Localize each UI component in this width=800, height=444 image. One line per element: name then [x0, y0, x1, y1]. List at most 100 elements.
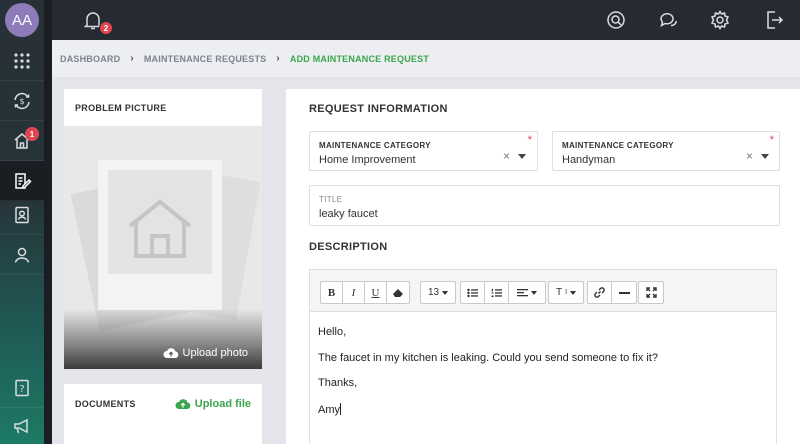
insert-group [587, 281, 637, 304]
sidebar-item-announcements[interactable] [0, 406, 44, 444]
required-mark: * [527, 134, 532, 146]
clear-icon[interactable]: × [746, 149, 753, 163]
font-size-group: 13 [420, 281, 456, 304]
description-line: The faucet in my kitchen is leaking. Cou… [318, 351, 658, 364]
breadcrumb-current: ADD MAINTENANCE REQUEST [289, 53, 429, 64]
bold-button[interactable]: B [321, 282, 343, 303]
svg-text:?: ? [19, 384, 24, 395]
list-group [460, 281, 546, 304]
title-value: leaky faucet [319, 208, 378, 220]
editor-content[interactable]: Hello, The faucet in my kitchen is leaki… [310, 312, 776, 442]
request-form: REQUEST INFORMATION MAINTENANCE CATEGORY… [286, 89, 800, 444]
text-format-dropdown[interactable]: TI [549, 282, 583, 303]
caret-down-icon [531, 290, 537, 295]
problem-picture-title: PROBLEM PICTURE [75, 103, 167, 113]
text-cursor-icon: I [565, 289, 568, 296]
documents-title: DOCUMENTS [75, 399, 136, 409]
fullscreen-button[interactable] [639, 282, 663, 303]
description-editor[interactable]: B I U 13 T I Hello, The faucet in my kit… [309, 269, 777, 444]
home-badge: 1 [25, 127, 39, 141]
text-cursor [340, 402, 341, 415]
avatar-initials: AA [11, 11, 32, 29]
sidebar-item-properties[interactable]: 1 [0, 121, 44, 161]
text-format-label: T [555, 287, 563, 298]
insert-link-button[interactable] [588, 282, 612, 303]
eraser-icon [393, 288, 403, 297]
link-icon [594, 287, 605, 298]
cloud-upload-icon [175, 399, 190, 409]
underline-button[interactable]: U [365, 282, 387, 303]
megaphone-icon [14, 418, 28, 433]
view-group [638, 281, 664, 304]
format-group: TI [548, 281, 584, 304]
maintenance-category-select-2[interactable]: MAINTENANCE CATEGORY * Handyman × [552, 131, 780, 171]
sidebar-item-profile[interactable] [0, 235, 44, 275]
required-mark: * [769, 134, 774, 146]
problem-picture-panel: PROBLEM PICTURE Upload photo [64, 89, 262, 369]
bullet-list-icon [467, 288, 478, 297]
documents-panel: DOCUMENTS Upload file [64, 384, 262, 444]
sidebar-item-contacts[interactable] [0, 195, 44, 235]
align-dropdown[interactable] [509, 282, 545, 303]
cloud-upload-icon [163, 348, 178, 358]
sidebar-item-help[interactable]: ? [0, 368, 44, 408]
messages-button[interactable] [654, 6, 682, 34]
category-1-value: Home Improvement [319, 154, 416, 166]
chat-icon [660, 13, 677, 28]
upload-file-button[interactable]: Upload file [175, 398, 251, 410]
clear-format-button[interactable] [387, 282, 409, 303]
text-style-group: B I U [320, 281, 410, 304]
chevron-down-icon[interactable] [761, 154, 769, 159]
font-size-value: 13 [427, 287, 440, 298]
settings-button[interactable] [706, 6, 734, 34]
font-size-dropdown[interactable]: 13 [421, 282, 455, 303]
maintenance-category-select-1[interactable]: MAINTENANCE CATEGORY * Home Improvement … [309, 131, 538, 171]
ordered-list-button[interactable] [485, 282, 509, 303]
top-bar: 2 [52, 0, 800, 40]
horizontal-rule-button[interactable] [612, 282, 636, 303]
photo-placeholder[interactable]: Upload photo [64, 126, 262, 369]
request-information-title: REQUEST INFORMATION [309, 103, 448, 115]
title-field[interactable]: TITLE leaky faucet [309, 185, 780, 226]
upload-photo-button[interactable]: Upload photo [163, 347, 248, 359]
category-2-value: Handyman [562, 154, 616, 166]
sidebar-item-apps[interactable] [0, 41, 44, 81]
contact-card-icon [15, 206, 29, 223]
italic-button[interactable]: I [343, 282, 365, 303]
align-left-icon [517, 288, 528, 296]
description-line: Amy [318, 403, 340, 416]
sidebar: AA $ 1 ? [0, 0, 52, 444]
description-title: DESCRIPTION [309, 241, 388, 253]
help-icon: ? [15, 379, 29, 396]
numbered-list-icon [491, 288, 502, 297]
search-icon [607, 11, 625, 29]
chevron-down-icon[interactable] [518, 154, 526, 159]
category-1-label: MAINTENANCE CATEGORY [319, 141, 431, 150]
breadcrumb-maintenance-requests[interactable]: MAINTENANCE REQUESTS [144, 54, 267, 64]
editor-toolbar: B I U 13 T I [310, 270, 776, 312]
expand-icon [645, 287, 657, 298]
sidebar-item-payments[interactable]: $ [0, 81, 44, 121]
logout-button[interactable] [760, 6, 788, 34]
category-2-label: MAINTENANCE CATEGORY [562, 141, 674, 150]
gear-icon [710, 10, 730, 30]
clear-icon[interactable]: × [503, 149, 510, 163]
user-icon [14, 247, 30, 263]
breadcrumb: DASHBOARD › MAINTENANCE REQUESTS › ADD M… [52, 40, 800, 77]
svg-text:$: $ [19, 97, 24, 106]
unordered-list-button[interactable] [461, 282, 485, 303]
breadcrumb-dashboard[interactable]: DASHBOARD [60, 54, 120, 64]
search-button[interactable] [602, 6, 630, 34]
horizontal-line-icon [618, 291, 630, 294]
apps-grid-icon [14, 52, 30, 69]
refresh-dollar-icon: $ [14, 92, 30, 109]
chevron-right-icon: › [130, 53, 134, 64]
photo-overlay [64, 309, 262, 369]
edit-document-icon [15, 172, 32, 189]
upload-file-label: Upload file [194, 398, 251, 410]
description-line: Thanks, [318, 377, 358, 389]
avatar[interactable]: AA [5, 3, 39, 37]
logout-icon [767, 11, 784, 29]
sidebar-strip [44, 0, 52, 444]
description-last-line: Amy [318, 402, 768, 429]
